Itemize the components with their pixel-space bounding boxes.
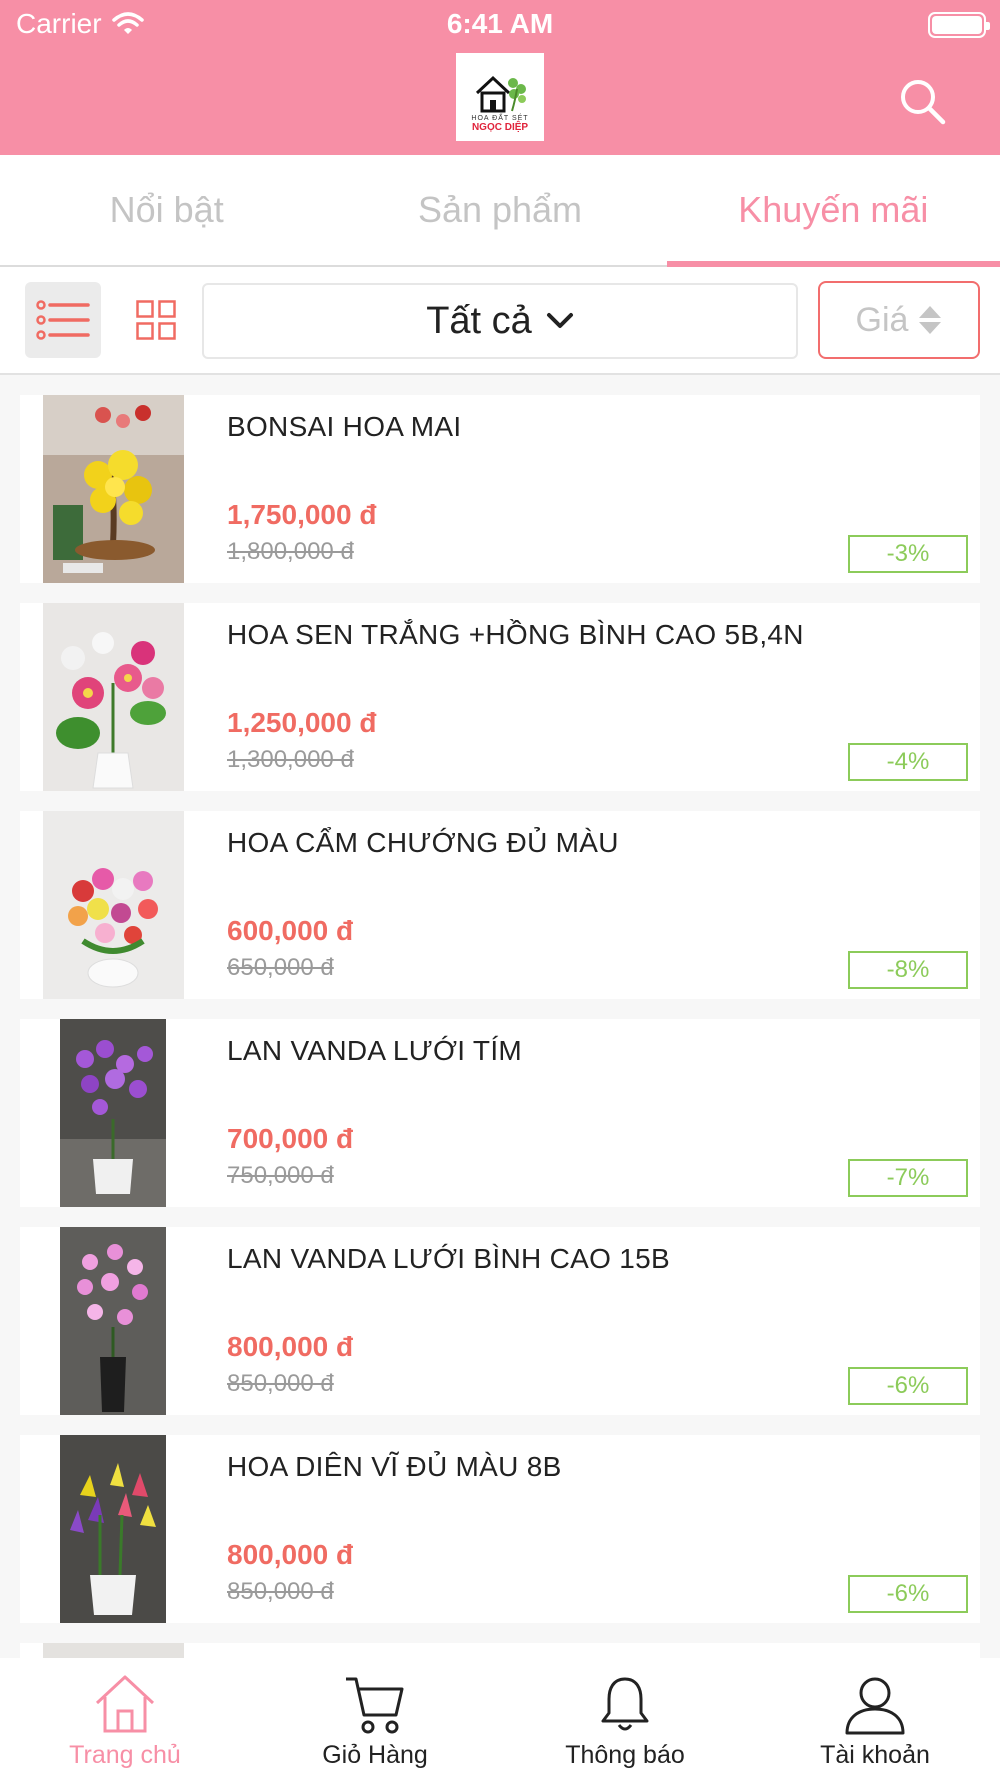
product-original-price: 750,000 đ (227, 1162, 334, 1189)
list-view-icon (36, 300, 90, 340)
product-price: 1,750,000 đ (227, 499, 377, 530)
product-card[interactable]: HOA DIÊN VĨ ĐỦ MÀU 8B 800,000 đ 850,000 … (20, 1435, 980, 1623)
battery-icon (928, 12, 990, 38)
user-icon (845, 1677, 905, 1735)
app-header: Carrier 6:41 AM HOA ĐẤT SÉT NGỌC DIỆP (0, 0, 1000, 155)
product-image (60, 1019, 166, 1207)
product-name: LAN VANDA LƯỚI BÌNH CAO 15B (227, 1243, 670, 1274)
product-list: BONSAI HOA MAI 1,750,000 đ 1,800,000 đ -… (0, 375, 1000, 1658)
product-image (43, 395, 184, 583)
nav-account-label: Tài khoản (820, 1741, 930, 1769)
product-image (43, 603, 184, 791)
product-image (43, 811, 184, 999)
product-card[interactable]: HOA SEN TRẮNG +HỒNG BÌNH CAO 5B,4N 1,250… (20, 603, 980, 791)
product-original-price: 850,000 đ (227, 1578, 334, 1605)
product-image (60, 1435, 166, 1623)
product-card[interactable] (20, 1643, 980, 1658)
nav-notifications[interactable]: Thông báo (500, 1658, 750, 1778)
price-sort-label: Giá (855, 300, 909, 339)
product-price: 800,000 đ (227, 1331, 354, 1362)
filter-bar: Tất cả Giá (0, 267, 1000, 375)
discount-badge: -6% (848, 1575, 968, 1613)
nav-account[interactable]: Tài khoản (750, 1658, 1000, 1778)
product-original-price: 1,800,000 đ (227, 538, 354, 565)
sort-arrows-icon (919, 306, 942, 334)
bottom-navigation: Trang chủ Giỏ Hàng Thông báo Tài khoản (0, 1658, 1000, 1778)
product-card[interactable]: BONSAI HOA MAI 1,750,000 đ 1,800,000 đ -… (20, 395, 980, 583)
nav-cart-label: Giỏ Hàng (322, 1741, 428, 1769)
nav-home-label: Trang chủ (69, 1741, 181, 1769)
home-icon (95, 1675, 155, 1733)
product-card[interactable]: HOA CẨM CHƯỚNG ĐỦ MÀU 600,000 đ 650,000 … (20, 811, 980, 999)
nav-home[interactable]: Trang chủ (0, 1658, 250, 1778)
product-price: 800,000 đ (227, 1539, 354, 1570)
chevron-down-icon (546, 313, 573, 328)
discount-badge: -8% (848, 951, 968, 989)
grid-view-button[interactable] (118, 282, 194, 358)
discount-badge: -3% (848, 535, 968, 573)
tab-promotions[interactable]: Khuyến mãi (666, 155, 1000, 267)
list-view-button[interactable] (25, 282, 101, 358)
discount-badge: -4% (848, 743, 968, 781)
product-name: HOA CẨM CHƯỚNG ĐỦ MÀU (227, 827, 619, 858)
logo-house-icon (475, 75, 526, 113)
category-dropdown[interactable]: Tất cả (202, 283, 798, 359)
product-image (43, 1643, 184, 1658)
logo-text-top: HOA ĐẤT SÉT (471, 115, 529, 122)
bell-icon (601, 1677, 649, 1731)
category-tabs: Nổi bật Sản phẩm Khuyến mãi (0, 155, 1000, 267)
status-time: 6:41 AM (446, 8, 554, 39)
logo-text-brand: NGỌC DIỆP (471, 122, 529, 133)
status-bar: Carrier 6:41 AM (0, 0, 1000, 50)
cart-icon (346, 1677, 404, 1734)
product-original-price: 850,000 đ (227, 1370, 334, 1397)
nav-cart[interactable]: Giỏ Hàng (250, 1658, 500, 1778)
grid-view-icon (136, 300, 176, 340)
tab-featured[interactable]: Nổi bật (0, 155, 333, 265)
nav-notifications-label: Thông báo (565, 1741, 685, 1769)
tab-products[interactable]: Sản phẩm (333, 155, 666, 265)
brand-logo: HOA ĐẤT SÉT NGỌC DIỆP (456, 53, 544, 141)
product-name: HOA SEN TRẮNG +HỒNG BÌNH CAO 5B,4N (227, 619, 804, 650)
search-button[interactable] (895, 74, 951, 130)
product-card[interactable]: LAN VANDA LƯỚI TÍM 700,000 đ 750,000 đ -… (20, 1019, 980, 1207)
price-sort-button[interactable]: Giá (818, 281, 980, 359)
search-icon (901, 80, 946, 125)
discount-badge: -7% (848, 1159, 968, 1197)
product-original-price: 1,300,000 đ (227, 746, 354, 773)
product-image (60, 1227, 166, 1415)
discount-badge: -6% (848, 1367, 968, 1405)
category-dropdown-value: Tất cả (426, 299, 532, 342)
product-price: 600,000 đ (227, 915, 354, 946)
product-card[interactable]: LAN VANDA LƯỚI BÌNH CAO 15B 800,000 đ 85… (20, 1227, 980, 1415)
product-name: BONSAI HOA MAI (227, 411, 462, 442)
product-name: HOA DIÊN VĨ ĐỦ MÀU 8B (227, 1451, 562, 1482)
product-name: LAN VANDA LƯỚI TÍM (227, 1035, 523, 1066)
product-price: 1,250,000 đ (227, 707, 377, 738)
product-price: 700,000 đ (227, 1123, 354, 1154)
product-original-price: 650,000 đ (227, 954, 334, 981)
